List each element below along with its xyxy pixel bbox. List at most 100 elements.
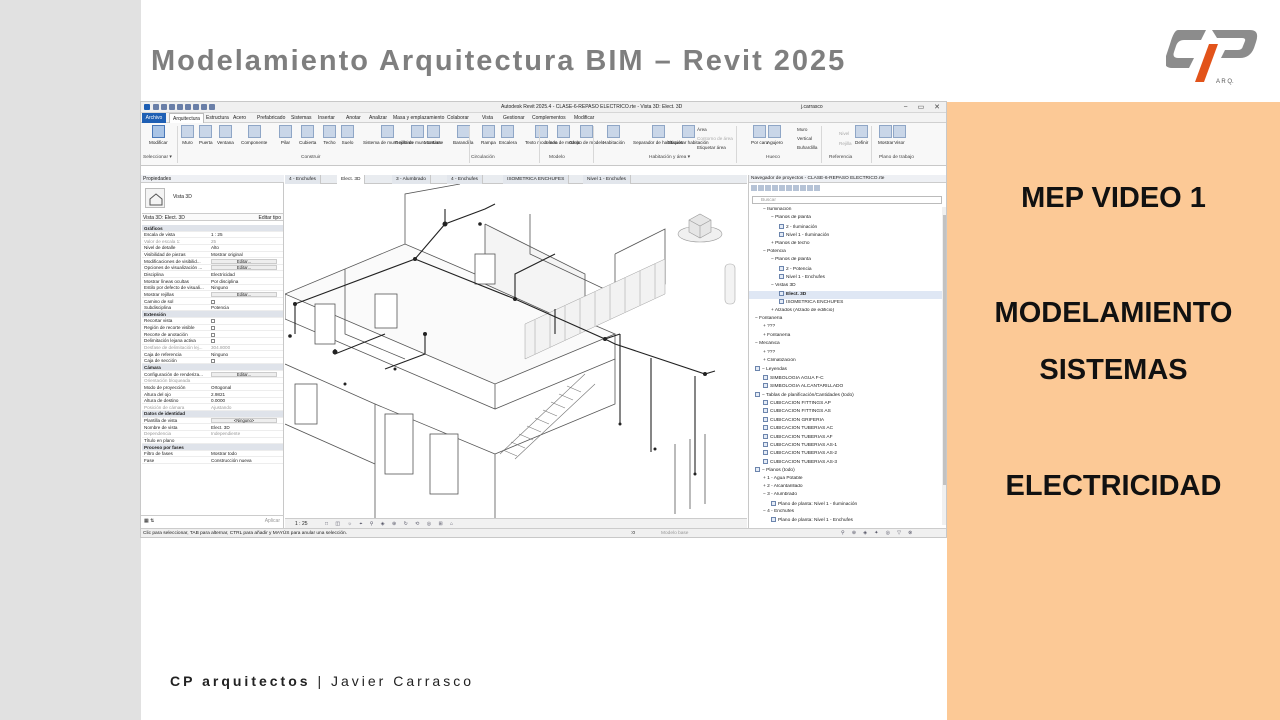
- browser-node[interactable]: CUBICACION FITTINGS AS: [749, 408, 943, 416]
- ribbon-definir-button[interactable]: Definir: [855, 125, 868, 145]
- view-tab-nivel-1-enchufes[interactable]: Nivel 1 - Enchufes: [583, 175, 631, 184]
- measure-icon[interactable]: [193, 104, 199, 110]
- print-icon[interactable]: [185, 104, 191, 110]
- property-row[interactable]: Nivel de detalle Alto: [142, 245, 283, 252]
- property-value[interactable]: Editar...: [211, 291, 281, 297]
- property-section[interactable]: Gráficos: [142, 225, 283, 232]
- view-tab-4-enchufes[interactable]: 4 - Enchufes: [285, 175, 321, 184]
- menu-modificar[interactable]: Modificar: [574, 115, 594, 121]
- menu-anotar[interactable]: Anotar: [346, 115, 361, 121]
- property-value[interactable]: <Ninguno>: [211, 418, 281, 424]
- ribbon-etiquetar-habitacion-button[interactable]: Etiquetar habitación: [668, 125, 709, 145]
- text-icon[interactable]: [201, 104, 207, 110]
- browser-node[interactable]: − Vistas 3D: [749, 283, 943, 291]
- property-row[interactable]: Altura de destino 0.0000: [142, 398, 283, 405]
- open-icon[interactable]: [153, 104, 159, 110]
- menu-masa-y-emplazamiento[interactable]: Masa y emplazamiento: [393, 115, 444, 121]
- browser-node[interactable]: + Alzados (Alzado de edificio): [749, 308, 943, 316]
- menu-gestionar[interactable]: Gestionar: [503, 115, 525, 121]
- property-row[interactable]: Región de recorte visible: [142, 325, 283, 332]
- property-row[interactable]: Recortar vista: [142, 318, 283, 325]
- browser-node[interactable]: 2 - Potencia: [749, 265, 943, 274]
- edit-button[interactable]: Editar...: [211, 258, 277, 264]
- property-row[interactable]: Recorte de anotación: [142, 331, 283, 338]
- edit-button[interactable]: Editar...: [211, 371, 277, 377]
- edit-button[interactable]: Editar...: [211, 265, 277, 271]
- properties-help-icon[interactable]: ▦ ⇅: [144, 518, 154, 524]
- browser-node[interactable]: CUBICACION GRIFERIA: [749, 416, 943, 425]
- browser-node[interactable]: CUBICACION TUBERIAS AS-3: [749, 458, 943, 467]
- checkbox[interactable]: [211, 339, 215, 344]
- property-row[interactable]: Configuración de renderiza... Editar...: [142, 371, 283, 378]
- ribbon-group-circulacion[interactable]: Circulación: [471, 155, 495, 160]
- checkbox[interactable]: [211, 319, 215, 324]
- property-row[interactable]: Orientación bloqueada: [142, 378, 283, 385]
- instance-selector[interactable]: Vista 3D: Elect. 3D Editar tipo: [142, 213, 283, 221]
- edit-button[interactable]: <Ninguno>: [211, 418, 277, 424]
- ribbon-area-tag[interactable]: Etiquetar área: [697, 145, 726, 150]
- property-row[interactable]: Título en plano: [142, 438, 283, 445]
- ribbon-grid[interactable]: Rejilla: [839, 141, 852, 146]
- view-control-icons[interactable]: □ ◫ ☼ ⌖ ⚲ ◈ ⊕ ↻ ⟲ ◎ ⊞ ⌂: [325, 521, 456, 527]
- browser-node[interactable]: CUBICACION TUBERIAS AF: [749, 433, 943, 442]
- property-row[interactable]: Disciplina Electricidad: [142, 271, 283, 279]
- ribbon-ventana-button[interactable]: Ventana: [217, 125, 234, 145]
- browser-node[interactable]: 2 - Iluminación: [749, 223, 943, 232]
- edit-button[interactable]: Editar...: [211, 291, 277, 297]
- property-row[interactable]: Filtro de fases Mostrar todo: [142, 451, 283, 458]
- menu-vista[interactable]: Vista: [482, 115, 493, 121]
- ribbon-montante-button[interactable]: Montante: [424, 125, 443, 145]
- 3d-view-canvas[interactable]: [283, 183, 747, 518]
- property-section[interactable]: Cámara: [142, 364, 283, 372]
- browser-node[interactable]: ISOMETRICA ENCHUFES: [749, 299, 943, 307]
- ribbon-group-plano-de-trabajo[interactable]: Plano de trabajo: [879, 155, 914, 160]
- property-value[interactable]: Editar...: [211, 371, 281, 377]
- property-row[interactable]: Delimitación lejana activa: [142, 338, 283, 345]
- edit-type-button[interactable]: Editar tipo: [258, 215, 281, 221]
- browser-node[interactable]: Plano de planta: Nivel 1 - Enchufes: [749, 517, 943, 525]
- browser-node[interactable]: + ???: [749, 350, 943, 358]
- property-section[interactable]: Datos de identidad: [142, 410, 283, 418]
- view-scale[interactable]: 1 : 25: [295, 521, 308, 527]
- apply-button[interactable]: Aplicar: [265, 518, 280, 524]
- ribbon-vertical[interactable]: Vertical: [797, 136, 812, 141]
- browser-node[interactable]: CUBICACION TUBERIAS AC: [749, 425, 943, 433]
- browser-node[interactable]: + 1 - Agua Potable: [749, 476, 943, 484]
- browser-node[interactable]: − Tablas de planificación/Cantidades (to…: [749, 391, 943, 400]
- property-row[interactable]: Modificaciones de visibilid... Editar...: [142, 258, 283, 265]
- browser-node[interactable]: + 2 - Alcantarillado: [749, 484, 943, 492]
- browser-node[interactable]: − Fontanería: [749, 316, 943, 324]
- view-tab-isometrica-enchufes[interactable]: ISOMETRICA ENCHUFES: [503, 175, 570, 184]
- property-row[interactable]: Camino de sol: [142, 298, 283, 305]
- property-row[interactable]: Modo de proyección Ortogonal: [142, 384, 283, 392]
- browser-node[interactable]: − Planos de planta: [749, 215, 943, 223]
- property-row[interactable]: Subdisciplina Potencia: [142, 305, 283, 312]
- browser-node[interactable]: − 4 - Enchufes: [749, 509, 943, 517]
- view-tab-4-enchufes[interactable]: 4 - Enchufes: [447, 175, 483, 184]
- property-row[interactable]: Fase Construcción nueva: [142, 457, 283, 465]
- checkbox[interactable]: [211, 332, 215, 337]
- view-tab-elect-3d[interactable]: Elect. 3D: [337, 175, 366, 184]
- ribbon-barandilla-button[interactable]: Barandilla: [453, 125, 473, 145]
- ribbon-modificar-button[interactable]: Modificar: [149, 125, 168, 145]
- ribbon-agujero-button[interactable]: Agujero: [767, 125, 783, 145]
- browser-node[interactable]: − Mecánica: [749, 341, 943, 349]
- property-value[interactable]: [211, 299, 281, 304]
- property-row[interactable]: Mostrar líneas ocultas Por disciplina: [142, 278, 283, 285]
- property-value[interactable]: [211, 332, 281, 337]
- property-row[interactable]: Posición de cámara Ajustando: [142, 404, 283, 411]
- ribbon-techo-button[interactable]: Techo: [323, 125, 336, 145]
- ribbon-group-referencia[interactable]: Referencia: [829, 155, 852, 160]
- browser-node[interactable]: + Fontanería: [749, 333, 943, 341]
- browser-node[interactable]: SIMBOLOGIA ALCANTARILLADO: [749, 383, 943, 391]
- undo-icon[interactable]: [169, 104, 175, 110]
- property-row[interactable]: Caja de sección: [142, 358, 283, 365]
- property-row[interactable]: Altura del ojo 2.9821: [142, 391, 283, 398]
- checkbox[interactable]: [211, 359, 215, 364]
- ribbon-group-construir[interactable]: Construir: [301, 155, 320, 160]
- browser-node[interactable]: CUBICACION FITTINGS AP: [749, 399, 943, 408]
- browser-node[interactable]: CUBICACION TUBERIAS AS-2: [749, 450, 943, 458]
- checkbox[interactable]: [211, 326, 215, 331]
- ribbon-visor-button[interactable]: Visor: [893, 125, 906, 145]
- menu-complementos[interactable]: Complementos: [532, 115, 566, 121]
